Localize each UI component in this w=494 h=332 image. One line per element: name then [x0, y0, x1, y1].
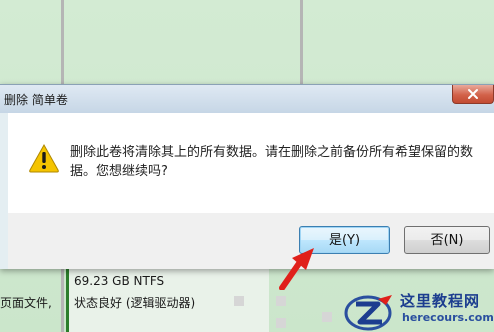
site-watermark: 这里教程网 herecours.com — [344, 289, 494, 332]
close-button[interactable] — [452, 85, 494, 104]
volume-status: 状态良好 (逻辑驱动器) — [74, 296, 196, 310]
scrollbar-marker[interactable] — [276, 296, 286, 306]
no-button[interactable]: 否(N) — [404, 226, 490, 254]
pane-divider[interactable] — [61, 268, 64, 332]
pane-divider[interactable] — [61, 0, 64, 84]
scrollbar-marker[interactable] — [276, 318, 286, 328]
partition-info-text: 页面文件, — [0, 296, 52, 310]
scrollbar-marker[interactable] — [234, 296, 244, 306]
watermark-title: 这里教程网 — [400, 292, 481, 310]
dialog-message: 删除此卷将清除其上的所有数据。请在删除之前备份所有希望保留的数据。您想继续吗? — [70, 145, 474, 179]
dialog-titlebar[interactable]: 删除 简单卷 — [0, 85, 494, 113]
volume-size: 69.23 GB NTFS — [74, 274, 165, 288]
close-icon — [468, 89, 478, 99]
dialog-title: 删除 简单卷 — [4, 93, 68, 107]
pane-divider[interactable] — [300, 0, 303, 84]
red-arrow-annotation — [279, 248, 314, 290]
delete-volume-dialog: 删除 简单卷 删除此卷将清除其上的所有数据。请在删除之前备份所有希望保留的数据。… — [0, 84, 494, 269]
watermark-url: herecours.com — [402, 311, 494, 324]
scrollbar-marker[interactable] — [322, 312, 332, 322]
warning-icon — [29, 143, 59, 173]
z-logo-icon — [344, 295, 392, 331]
dialog-content: 删除此卷将清除其上的所有数据。请在删除之前备份所有希望保留的数据。您想继续吗? — [8, 113, 494, 213]
